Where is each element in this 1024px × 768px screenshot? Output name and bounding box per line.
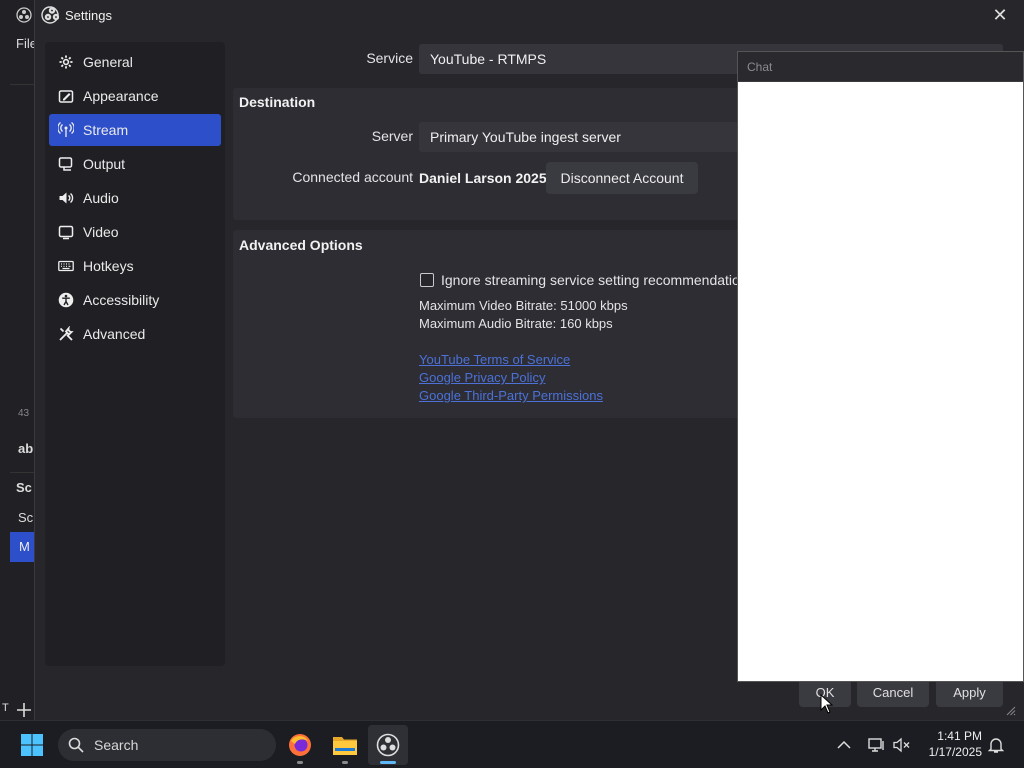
stream-icon [57,121,75,139]
dialog-title: Settings [65,7,112,23]
sidebar-item-label: Audio [83,190,119,206]
ignore-recommendation-checkbox[interactable] [420,273,434,287]
sidebar-item-label: Stream [83,122,129,138]
sidebar-item-label: Appearance [83,88,159,104]
gear-icon [57,53,75,71]
taskbar-clock[interactable]: 1:41 PM 1/17/2025 [929,728,982,760]
sidebar-item-label: General [83,54,133,70]
taskbar-firefox[interactable] [280,725,320,765]
destination-title: Destination [239,94,316,110]
notification-bell-icon[interactable] [986,735,1006,755]
server-label: Server [371,128,413,144]
firefox-icon [289,734,311,756]
sidebar-item-general[interactable]: General [49,46,221,78]
folder-icon [333,737,357,755]
obs-logo-icon [41,6,59,24]
scene-item-selected-label: M [19,539,30,554]
max-video-bitrate: Maximum Video Bitrate: 51000 kbps [419,298,628,313]
monitor-icon [57,223,75,241]
obs-main-window: File 43 ab Sc Sc M T [0,0,37,720]
taskbar: Search 1:41 PM 1/17/2025 [0,720,1024,768]
sidebar-item-label: Video [83,224,119,240]
service-value: YouTube - RTMPS [430,51,547,67]
sidebar-item-output[interactable]: Output [49,148,221,180]
chat-title: Chat [738,52,1023,82]
network-icon[interactable] [866,735,886,755]
sidebar-item-audio[interactable]: Audio [49,182,221,214]
appearance-icon [57,87,75,105]
output-icon [57,155,75,173]
search-placeholder: Search [94,737,139,753]
chat-window[interactable]: Chat [737,51,1024,682]
resize-grip-icon[interactable] [1006,706,1016,716]
volume-muted-icon[interactable] [892,735,912,755]
search-icon [68,737,84,753]
ignore-recommendation-label[interactable]: Ignore streaming service setting recomme… [441,272,748,288]
taskbar-search[interactable]: Search [58,729,276,761]
chevron-up-icon[interactable] [834,735,854,755]
sidebar-item-appearance[interactable]: Appearance [49,80,221,112]
keyboard-icon [57,257,75,275]
clock-date: 1/17/2025 [928,745,982,759]
sidebar-item-label: Hotkeys [83,258,134,274]
sidebar-item-video[interactable]: Video [49,216,221,248]
windows-start-icon[interactable] [20,733,44,757]
server-value: Primary YouTube ingest server [430,129,621,145]
sidebar-item-stream[interactable]: Stream [49,114,221,146]
disconnect-account-button[interactable]: Disconnect Account [546,162,698,194]
advanced-options-title: Advanced Options [239,237,363,253]
scene-item-selected[interactable]: M [10,532,36,562]
clock-time: 1:41 PM [937,729,982,743]
service-label: Service [366,50,413,66]
max-audio-bitrate: Maximum Audio Bitrate: 160 kbps [419,316,613,331]
google-privacy-link[interactable]: Google Privacy Policy [419,370,545,385]
speaker-icon [57,189,75,207]
sidebar-item-label: Accessibility [83,292,160,308]
google-third-party-link[interactable]: Google Third-Party Permissions [419,388,603,403]
connected-account-label: Connected account [292,169,413,185]
taskbar-file-explorer[interactable] [325,725,365,765]
close-icon[interactable]: ✕ [990,5,1010,25]
connected-account-name: Daniel Larson 2025 [419,170,547,186]
youtube-terms-link[interactable]: YouTube Terms of Service [419,352,570,367]
dialog-titlebar: Settings [35,0,1024,30]
obs-logo-icon [376,733,400,757]
sidebar-item-advanced[interactable]: Advanced [49,318,221,350]
sidebar-item-label: Output [83,156,126,172]
sidebar-item-accessibility[interactable]: Accessibility [49,284,221,316]
sidebar-item-hotkeys[interactable]: Hotkeys [49,250,221,282]
sidebar-item-label: Advanced [83,326,146,342]
mouse-cursor-icon [820,694,834,714]
accessibility-icon [57,291,75,309]
obs-logo-icon [16,7,32,23]
tools-icon [57,325,75,343]
add-scene-icon[interactable] [16,702,32,718]
settings-sidebar: General Appearance Stream Output Audio V… [45,42,225,666]
taskbar-obs[interactable] [368,725,408,765]
